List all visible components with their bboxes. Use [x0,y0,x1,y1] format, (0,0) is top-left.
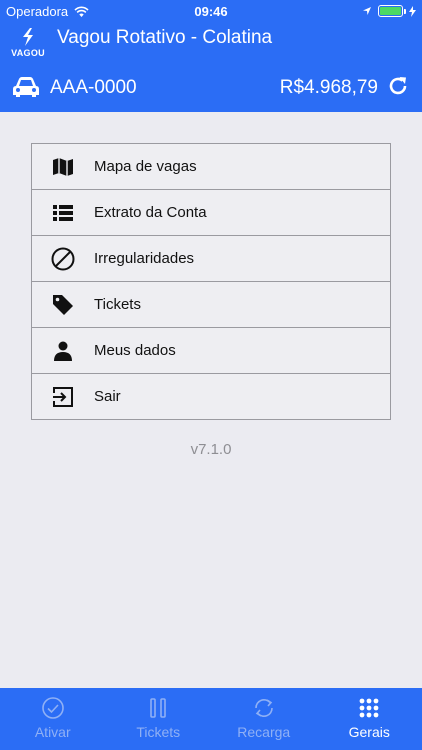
list-icon [50,200,76,226]
menu-label: Meus dados [94,342,176,359]
tab-label: Recarga [237,724,291,740]
app-logo: VAGOU [10,27,46,61]
status-bar: Operadora 09:46 [0,0,422,22]
person-icon [50,338,76,364]
menu-item-profile[interactable]: Meus dados [32,327,390,373]
tab-label: Gerais [348,724,390,740]
tab-label: Ativar [34,724,71,740]
app-title: Vagou Rotativo - Colatina [57,27,273,48]
account-balance: R$4.968,79 [279,77,378,98]
charging-icon [409,5,416,17]
grid-icon [359,698,379,718]
tab-label: Tickets [136,724,181,740]
tag-icon [50,292,76,318]
menu-label: Tickets [94,296,141,313]
logo-text: VAGOU [11,48,45,58]
location-icon [363,7,371,15]
menu-item-logout[interactable]: Sair [32,373,390,419]
settings-menu: Mapa de vagas Extrato da Conta Irregular… [31,143,391,420]
recharge-icon [254,698,273,718]
menu-item-map[interactable]: Mapa de vagas [32,144,390,189]
refresh-icon[interactable] [386,74,410,98]
menu-item-tickets[interactable]: Tickets [32,281,390,327]
menu-label: Irregularidades [94,250,195,267]
tab-tickets[interactable]: Tickets [106,688,212,750]
tab-ativar[interactable]: Ativar [0,688,106,750]
vehicle-plate[interactable]: AAA-0000 [50,77,137,99]
menu-label: Extrato da Conta [94,204,207,221]
menu-label: Mapa de vagas [94,158,197,175]
menu-label: Sair [94,388,121,405]
status-right [362,5,416,17]
check-circle-icon [41,697,64,719]
prohibited-icon [50,246,76,272]
menu-item-statement[interactable]: Extrato da Conta [32,189,390,235]
menu-item-irregularities[interactable]: Irregularidades [32,235,390,281]
map-icon [50,154,76,180]
status-time: 09:46 [194,4,228,19]
tab-bar: Ativar Tickets Recarga Gerais [0,688,422,750]
app-version: v7.1.0 [190,441,232,458]
car-icon[interactable] [12,76,40,98]
top-bar: Operadora 09:46 VAGOU Vagou Rotativo - C… [0,0,422,112]
vehicle-row: AAA-0000 R$4.968,79 [0,70,422,106]
tickets-icon [150,698,167,718]
tab-recarga[interactable]: Recarga [211,688,317,750]
exit-icon [50,384,76,410]
tab-gerais[interactable]: Gerais [317,688,422,750]
battery-icon [378,5,406,17]
logo-mark-icon [23,28,33,46]
